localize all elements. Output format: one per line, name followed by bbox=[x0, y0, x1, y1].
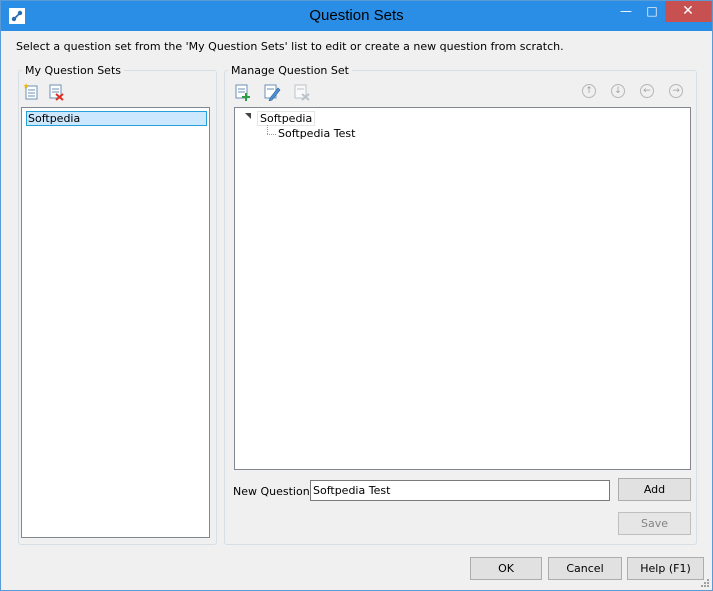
cancel-button[interactable]: Cancel bbox=[548, 557, 622, 580]
question-sets-list[interactable]: Softpedia bbox=[21, 107, 210, 538]
manage-question-set-title: Manage Question Set bbox=[228, 64, 352, 77]
question-sets-window: Question Sets — □ ✕ Select a question se… bbox=[0, 0, 713, 591]
resize-grip-icon[interactable] bbox=[700, 578, 710, 588]
ok-button[interactable]: OK bbox=[470, 557, 542, 580]
add-question-icon[interactable] bbox=[234, 83, 252, 101]
new-question-label: New Question: bbox=[233, 485, 314, 498]
instructions-text: Select a question set from the 'My Quest… bbox=[16, 40, 564, 53]
move-down-icon[interactable]: ↓ bbox=[611, 84, 625, 98]
edit-question-icon[interactable] bbox=[263, 83, 281, 101]
question-tree[interactable]: Softpedia Softpedia Test bbox=[234, 107, 691, 470]
maximize-button[interactable]: □ bbox=[639, 1, 665, 22]
window-title: Question Sets bbox=[309, 7, 404, 24]
delete-set-icon[interactable] bbox=[47, 83, 65, 101]
minimize-button[interactable]: — bbox=[613, 1, 639, 22]
add-button[interactable]: Add bbox=[618, 478, 691, 501]
new-question-input[interactable]: Softpedia Test bbox=[310, 480, 610, 501]
tree-node-root[interactable]: Softpedia bbox=[257, 111, 316, 126]
help-button[interactable]: Help (F1) bbox=[627, 557, 704, 580]
move-up-icon[interactable]: ↑ bbox=[582, 84, 596, 98]
tree-connector bbox=[267, 134, 276, 135]
move-left-icon[interactable]: ← bbox=[640, 84, 654, 98]
delete-question-icon[interactable] bbox=[293, 83, 311, 101]
close-button[interactable]: ✕ bbox=[665, 1, 711, 22]
my-question-sets-title: My Question Sets bbox=[22, 64, 124, 77]
collapse-arrow-icon[interactable] bbox=[245, 113, 251, 119]
save-button[interactable]: Save bbox=[618, 512, 691, 535]
tree-connector bbox=[267, 125, 268, 134]
add-set-icon[interactable] bbox=[23, 83, 41, 101]
list-item[interactable]: Softpedia bbox=[26, 111, 207, 126]
move-right-icon[interactable]: → bbox=[669, 84, 683, 98]
tree-node-child[interactable]: Softpedia Test bbox=[278, 127, 355, 140]
title-bar: Question Sets — □ ✕ bbox=[1, 1, 712, 31]
